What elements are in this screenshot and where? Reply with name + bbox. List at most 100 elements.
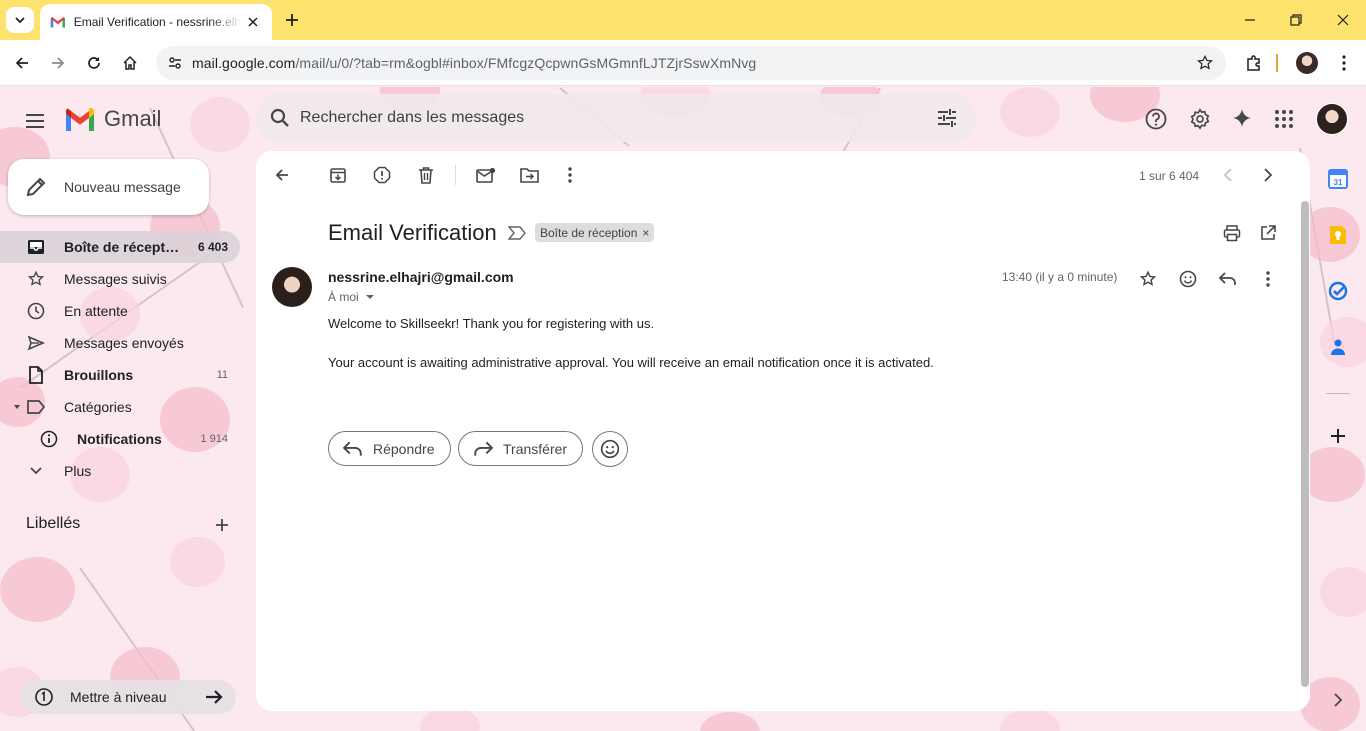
delete-trash-icon[interactable] bbox=[414, 163, 438, 187]
upgrade-info-icon bbox=[35, 688, 53, 706]
nav-notifications-count: 1 914 bbox=[200, 433, 228, 445]
older-chevron-right-icon[interactable] bbox=[1256, 163, 1280, 187]
print-icon[interactable] bbox=[1220, 221, 1244, 245]
browser-tab-strip: Email Verification - nessrine.elhajri@gm… bbox=[0, 0, 1366, 40]
reply-button-label: Répondre bbox=[373, 440, 435, 457]
message-scrollbar[interactable] bbox=[1299, 199, 1310, 699]
nav-snoozed-label: En attente bbox=[64, 303, 128, 319]
toolbar-divider bbox=[455, 165, 456, 185]
mark-unread-icon[interactable] bbox=[474, 163, 498, 187]
reply-button[interactable]: Répondre bbox=[328, 431, 451, 466]
nav-notifications[interactable]: Notifications 1 914 bbox=[0, 423, 240, 455]
search-input[interactable] bbox=[300, 109, 934, 127]
nav-sent[interactable]: Messages envoyés bbox=[0, 327, 240, 359]
message-panel: 1 sur 6 404 Email Verification Boîte de … bbox=[256, 151, 1310, 711]
gmail-logo[interactable]: Gmail bbox=[64, 106, 161, 132]
expand-side-panel-chevron-icon[interactable] bbox=[1326, 688, 1350, 712]
recipient-details[interactable]: À moi bbox=[328, 290, 375, 304]
sender-avatar[interactable] bbox=[272, 267, 312, 307]
message-timestamp: 13:40 (il y a 0 minute) bbox=[1002, 270, 1118, 284]
back-icon[interactable] bbox=[10, 51, 34, 75]
forward-icon[interactable] bbox=[46, 51, 70, 75]
forward-arrow-icon bbox=[474, 441, 493, 456]
browser-toolbar: mail.google.com/mail/u/0/?tab=rm&ogbl#in… bbox=[0, 40, 1366, 86]
move-to-icon[interactable] bbox=[518, 163, 542, 187]
emoji-reaction-button[interactable] bbox=[592, 431, 628, 467]
nav-starred[interactable]: Messages suivis bbox=[0, 263, 240, 295]
nav-inbox[interactable]: Boîte de récept… 6 403 bbox=[0, 231, 240, 263]
recipient-label: À moi bbox=[328, 290, 359, 304]
add-label-icon[interactable] bbox=[210, 513, 234, 537]
message-body-line-2: Your account is awaiting administrative … bbox=[328, 355, 934, 370]
svg-text:31: 31 bbox=[1334, 178, 1343, 187]
labels-heading: Libellés bbox=[26, 515, 81, 532]
nav-more[interactable]: Plus bbox=[0, 455, 240, 487]
get-addons-plus-icon[interactable] bbox=[1326, 424, 1350, 448]
tab-title: Email Verification - nessrine.elhajri@gm… bbox=[73, 15, 243, 29]
side-panel-divider bbox=[1326, 393, 1350, 394]
nav-snoozed[interactable]: En attente bbox=[0, 295, 240, 327]
restore-icon[interactable] bbox=[1286, 10, 1306, 30]
site-info-icon[interactable] bbox=[158, 46, 192, 80]
google-contacts-icon[interactable] bbox=[1326, 335, 1350, 359]
star-message-icon[interactable] bbox=[1136, 267, 1160, 291]
gmail-m-icon bbox=[66, 107, 94, 131]
inbox-label-chip: Boîte de réception × bbox=[535, 223, 655, 242]
google-tasks-icon[interactable] bbox=[1326, 279, 1350, 303]
browser-menu-icon[interactable] bbox=[1332, 51, 1356, 75]
address-bar[interactable]: mail.google.com/mail/u/0/?tab=rm&ogbl#in… bbox=[156, 46, 1226, 80]
nav-drafts[interactable]: Brouillons 11 bbox=[0, 359, 240, 391]
close-window-icon[interactable] bbox=[1333, 10, 1353, 30]
main-menu-icon[interactable] bbox=[22, 108, 48, 134]
nav-categories[interactable]: Catégories bbox=[0, 391, 240, 423]
open-in-new-window-icon[interactable] bbox=[1256, 221, 1280, 245]
sender-email[interactable]: nessrine.elhajri@gmail.com bbox=[328, 269, 514, 285]
gmail-logo-text: Gmail bbox=[104, 106, 162, 131]
newer-chevron-left-icon[interactable] bbox=[1216, 163, 1240, 187]
upgrade-button[interactable]: Mettre à niveau bbox=[20, 680, 236, 714]
pagination-text: 1 sur 6 404 bbox=[1139, 169, 1200, 183]
recipient-caret-down-icon[interactable] bbox=[365, 294, 375, 300]
inbox-label-chip-text: Boîte de réception bbox=[540, 225, 638, 240]
reload-icon[interactable] bbox=[82, 51, 106, 75]
search-options-icon[interactable] bbox=[934, 105, 960, 131]
settings-gear-icon[interactable] bbox=[1187, 106, 1213, 132]
archive-icon[interactable] bbox=[326, 163, 350, 187]
caret-down-icon[interactable] bbox=[12, 402, 22, 412]
search-bar[interactable] bbox=[256, 94, 976, 142]
add-reaction-emoji-icon[interactable] bbox=[1176, 267, 1200, 291]
gemini-sparkle-icon[interactable] bbox=[1229, 106, 1255, 132]
importance-marker-icon[interactable] bbox=[508, 225, 526, 241]
close-tab-icon[interactable] bbox=[244, 13, 262, 31]
nav-categories-label: Catégories bbox=[64, 399, 132, 415]
help-icon[interactable] bbox=[1143, 106, 1169, 132]
forward-button[interactable]: Transférer bbox=[458, 431, 584, 466]
tab-search-button[interactable] bbox=[6, 7, 34, 33]
compose-button[interactable]: Nouveau message bbox=[8, 159, 209, 215]
home-icon[interactable] bbox=[118, 51, 142, 75]
remove-label-icon[interactable]: × bbox=[642, 226, 649, 240]
report-spam-icon[interactable] bbox=[370, 163, 394, 187]
active-tab[interactable]: Email Verification - nessrine.elhajri@gm… bbox=[40, 4, 272, 40]
reply-icon[interactable] bbox=[1216, 267, 1240, 291]
google-calendar-icon[interactable]: 31 bbox=[1326, 167, 1350, 191]
search-icon[interactable] bbox=[268, 106, 292, 130]
nav-starred-label: Messages suivis bbox=[64, 271, 167, 287]
new-tab-icon[interactable] bbox=[282, 10, 302, 30]
message-toolbar: 1 sur 6 404 bbox=[256, 151, 1310, 199]
bookmark-star-icon[interactable] bbox=[1196, 54, 1214, 72]
back-to-inbox-icon[interactable] bbox=[270, 163, 294, 187]
scrollbar-thumb[interactable] bbox=[1301, 201, 1309, 687]
more-actions-icon[interactable] bbox=[558, 163, 582, 187]
gmail-app: Gmail Nouveau message Boîte de récept… 6… bbox=[0, 87, 1366, 731]
profile-avatar[interactable] bbox=[1295, 51, 1319, 75]
minimize-icon[interactable] bbox=[1240, 10, 1260, 30]
google-keep-icon[interactable] bbox=[1326, 223, 1350, 247]
forward-button-label: Transférer bbox=[503, 440, 568, 457]
account-avatar[interactable] bbox=[1316, 103, 1348, 135]
smiley-icon bbox=[600, 439, 620, 459]
extensions-icon[interactable] bbox=[1242, 51, 1266, 75]
message-more-options-icon[interactable] bbox=[1256, 267, 1280, 291]
nav-inbox-count: 6 403 bbox=[197, 240, 228, 254]
google-apps-icon[interactable] bbox=[1271, 106, 1297, 132]
